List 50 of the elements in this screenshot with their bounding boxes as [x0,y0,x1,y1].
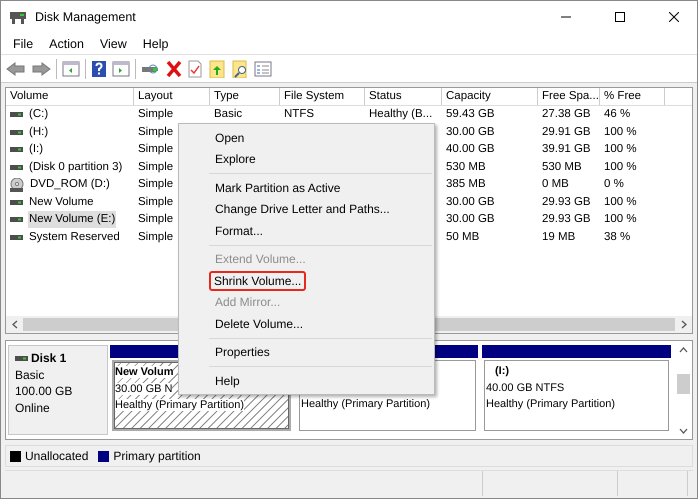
partition-size: 40.00 GB NTFS [486,382,564,394]
table-cell-text: Simple [138,230,174,245]
table-cell-text: Simple [138,160,174,175]
table-cell-text: 29.93 GB [542,194,591,210]
table-cell-text: 100 % [604,142,637,158]
partition-status: Healthy (Primary Partition) [486,398,615,410]
partition-size: 30.00 GB N [115,382,172,394]
table-cell-text: 30.00 GB [446,194,495,210]
table-cell-text: 40.00 GB [446,142,495,158]
table-cell-text: 38 % [604,230,630,245]
table-cell-text: Basic [214,107,242,122]
disk-name: Disk 1 [31,350,66,366]
table-cell-text: Simple [138,107,174,122]
table-cell-text: 59.43 GB [446,107,495,122]
table-cell-text: 100 % [604,194,637,210]
table-cell-text: Simple [138,177,174,192]
partition-name: New Volum [115,366,174,378]
table-cell-text: 27.38 GB [542,107,591,122]
table-cell-text: 29.93 GB [542,212,591,228]
table-cell-text: Healthy (B... [369,107,432,122]
table-cell-text: 29.91 GB [542,124,591,140]
table-cell-text: 46 % [604,107,630,122]
table-cell-text: Simple [138,124,174,140]
table-cell-text: NTFS [284,107,314,122]
table-cell-text: 100 % [604,124,637,140]
highlight-outline: Shrink Volume... [209,270,306,291]
partition-status: Healthy (Primary Partition) [301,398,430,410]
table-cell-text: Simple [138,142,174,158]
table-cell-text: 30.00 GB [446,124,495,140]
table-cell-text: 385 MB [446,177,486,192]
table-cell-text: 50 MB [446,230,480,245]
table-cell-text: 0 % [604,177,624,192]
table-cell-text: 530 MB [542,160,582,175]
table-cell-text: 39.91 GB [542,142,591,158]
table-cell-text: 530 MB [446,160,486,175]
disk-state: Online [15,400,51,416]
table-cell-text: 19 MB [542,230,576,245]
disk-type: Basic [15,366,46,383]
table-cell-text: Simple [138,194,174,210]
table-cell-text: 100 % [604,212,637,228]
partition-name: (I:) [494,365,510,377]
table-cell-text: Simple [138,212,174,228]
table-cell-text: 100 % [604,160,637,175]
window-title: Disk Management [35,10,137,24]
disk-size: 100.00 GB [15,383,74,400]
partition-status: Healthy (Primary Partition) [115,399,244,411]
legend-label: Primary partition [113,449,201,463]
legend-label: Unallocated [25,449,88,463]
table-cell-text: 0 MB [542,177,569,192]
table-cell-text: 30.00 GB [446,212,495,228]
